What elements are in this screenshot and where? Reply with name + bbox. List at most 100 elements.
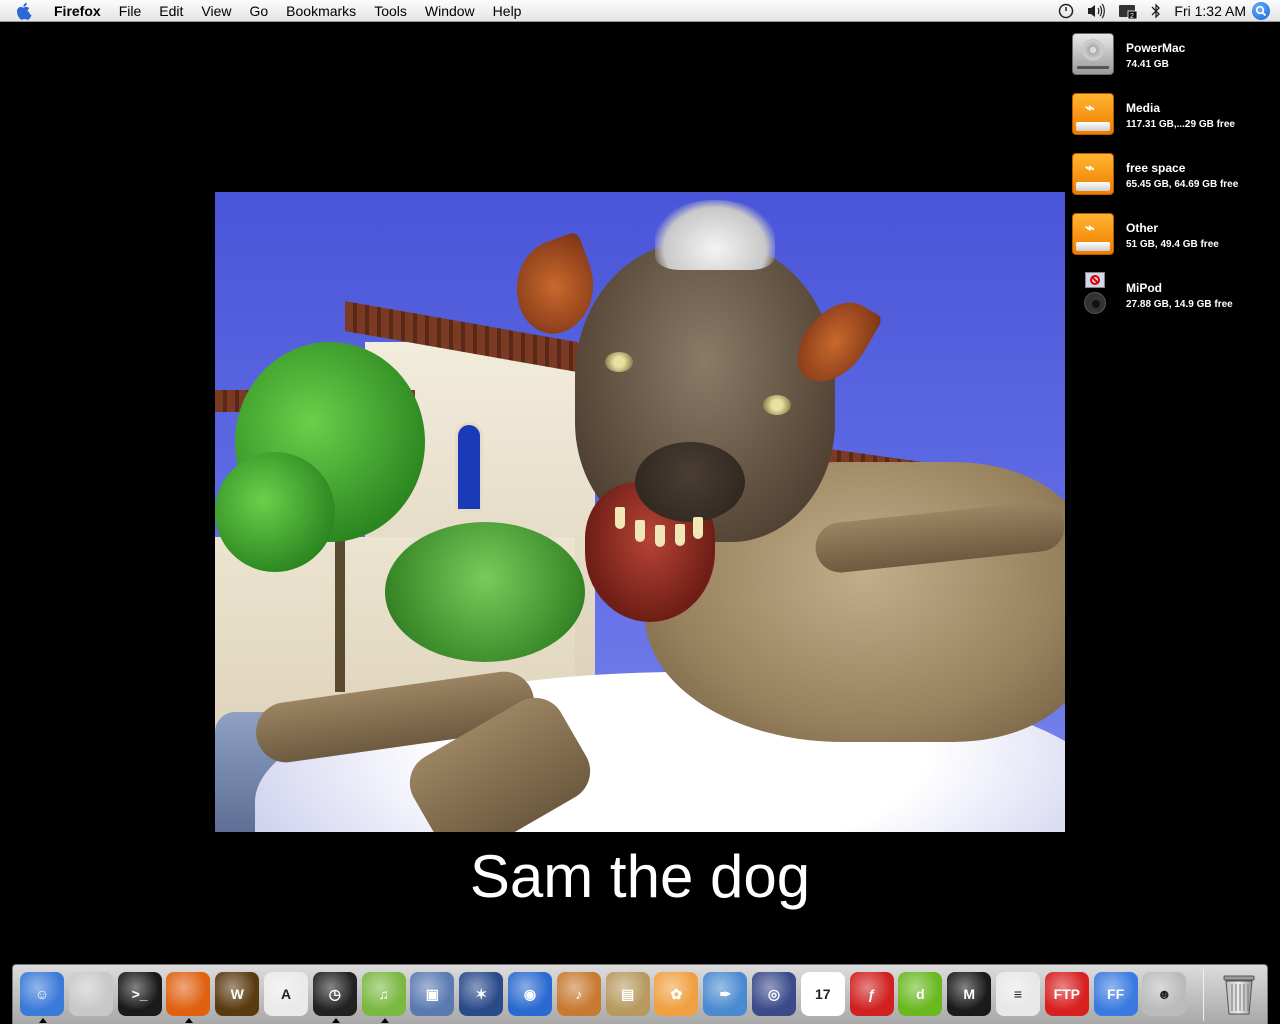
firefox-icon[interactable] <box>165 971 211 1023</box>
ical-icon-glyph: 17 <box>800 972 845 1016</box>
maya-ple-icon[interactable]: M <box>946 971 992 1017</box>
imovie-icon[interactable]: ✶ <box>458 971 504 1017</box>
photo-dog-tooth <box>655 525 665 547</box>
menu-bookmarks[interactable]: Bookmarks <box>277 0 365 22</box>
itunes-icon-glyph: ♫ <box>361 972 406 1016</box>
clock-status-icon[interactable] <box>1052 0 1080 22</box>
flash-icon-glyph: ƒ <box>849 972 894 1016</box>
volume-info: 27.88 GB, 14.9 GB free <box>1126 299 1233 310</box>
textedit-icon[interactable]: A <box>263 971 309 1017</box>
photo-dog-tooth <box>635 520 645 542</box>
running-indicator <box>380 1018 389 1023</box>
ical-icon[interactable]: 17 <box>800 971 846 1017</box>
firewire-drive-icon: ⌁ <box>1072 150 1116 198</box>
volume-media[interactable]: ⌁ Media 117.31 GB,...29 GB free <box>1068 88 1278 144</box>
dock: ☺ >_ W A ◷ ♫ ▣ ✶ ◉ ♪ ▤ ✿ ✒ ◎ 17 ƒ d M ≡ FTP FF ☻ <box>12 964 1268 1024</box>
firewire-drive-icon: ⌁ <box>1072 90 1116 138</box>
photo-dog-tooth <box>693 517 703 539</box>
idvd-icon-glyph: ◉ <box>508 972 552 1016</box>
trash-icon[interactable] <box>1216 971 1262 1017</box>
iphoto-icon[interactable]: ▣ <box>409 971 455 1017</box>
svg-text:2: 2 <box>1130 13 1134 19</box>
photo-caption: Sam the dog <box>469 843 811 910</box>
apple-menu-icon[interactable] <box>0 2 48 20</box>
dreamweaver-icon-glyph: d <box>898 972 943 1016</box>
mail-icon-glyph: ✒ <box>703 972 748 1016</box>
volume-name: MiPod <box>1126 281 1162 295</box>
fontforge-icon-glyph: FF <box>1093 972 1138 1016</box>
face-app-icon[interactable]: ☻ <box>1141 971 1187 1017</box>
garageband-icon[interactable]: ♪ <box>556 971 602 1017</box>
menu-file[interactable]: File <box>110 0 151 22</box>
photo-app-icon-glyph: ✿ <box>654 972 699 1016</box>
maya-ple-icon-glyph: M <box>947 972 992 1016</box>
volume-info: 65.45 GB, 64.69 GB free <box>1126 179 1239 190</box>
volume-other[interactable]: ⌁ Other 51 GB, 49.4 GB free <box>1068 208 1278 264</box>
bluetooth-icon[interactable] <box>1144 0 1168 22</box>
volume-name: PowerMac <box>1126 41 1186 55</box>
aperture-icon-glyph: ◎ <box>752 972 796 1016</box>
menu-clock[interactable]: Fri 1:32 AM <box>1168 0 1252 22</box>
menu-app-firefox[interactable]: Firefox <box>48 0 110 22</box>
fontforge-icon[interactable]: FF <box>1093 971 1139 1017</box>
finder-icon-glyph: ☺ <box>20 972 64 1016</box>
terminal-icon-glyph: >_ <box>117 972 162 1016</box>
menu-window[interactable]: Window <box>416 0 484 22</box>
photo-dog-hair <box>655 200 775 270</box>
iphoto-icon-glyph: ▣ <box>410 972 455 1016</box>
photo-dog-tooth <box>675 524 685 546</box>
mail-icon[interactable]: ✒ <box>702 971 748 1017</box>
spaces-icon[interactable]: 2 <box>1112 0 1144 22</box>
photo-dog-eye <box>605 352 633 372</box>
preview-icon[interactable]: ▤ <box>605 971 651 1017</box>
terminal-icon[interactable]: >_ <box>117 971 163 1017</box>
ftp-icon-glyph: FTP <box>1044 972 1089 1016</box>
menu-bar: Firefox File Edit View Go Bookmarks Tool… <box>0 0 1280 22</box>
firefox-icon-glyph <box>166 972 211 1016</box>
spotlight-search-icon[interactable] <box>1252 2 1270 20</box>
volume-info: 117.31 GB,...29 GB free <box>1126 119 1235 130</box>
photo-window <box>455 422 483 512</box>
finder-icon[interactable]: ☺ <box>19 971 65 1023</box>
menu-edit[interactable]: Edit <box>150 0 192 22</box>
menu-tools[interactable]: Tools <box>365 0 416 22</box>
ftp-icon[interactable]: FTP <box>1044 971 1090 1017</box>
volume-powermac[interactable]: PowerMac 74.41 GB <box>1068 28 1278 84</box>
idvd-icon[interactable]: ◉ <box>507 971 553 1017</box>
photo-dog-eye <box>763 395 791 415</box>
aperture-icon[interactable]: ◎ <box>751 971 797 1017</box>
firewire-drive-icon: ⌁ <box>1072 210 1116 258</box>
volume-name: Other <box>1126 221 1159 235</box>
volume-icon[interactable] <box>1080 0 1112 22</box>
dock-separator <box>1203 969 1204 1021</box>
menu-help[interactable]: Help <box>484 0 531 22</box>
volume-free-space[interactable]: ⌁ free space 65.45 GB, 64.69 GB free <box>1068 148 1278 204</box>
photo-dog-nose <box>635 442 745 522</box>
photo-dog-tooth <box>615 507 625 529</box>
running-indicator <box>39 1018 47 1023</box>
photo-app-icon[interactable]: ✿ <box>653 971 699 1017</box>
volume-info: 74.41 GB <box>1126 59 1169 70</box>
photo-palm <box>385 522 585 662</box>
volume-name: Media <box>1126 101 1161 115</box>
dashboard-icon-glyph: ◷ <box>312 972 357 1016</box>
dog-photo <box>215 192 1065 832</box>
garageband-icon-glyph: ♪ <box>556 972 601 1016</box>
flash-icon[interactable]: ƒ <box>849 971 895 1017</box>
menu-view[interactable]: View <box>192 0 240 22</box>
photo-tree <box>215 452 335 572</box>
volume-mipod[interactable]: MiPod 27.88 GB, 14.9 GB free <box>1068 268 1278 324</box>
world-of-warcraft-icon[interactable]: W <box>214 971 260 1017</box>
textedit-icon-glyph: A <box>264 972 308 1016</box>
dashboard-icon[interactable]: ◷ <box>312 971 358 1023</box>
system-preferences-icon[interactable] <box>68 971 114 1017</box>
menu-go[interactable]: Go <box>240 0 277 22</box>
imovie-icon-glyph: ✶ <box>459 972 504 1016</box>
itunes-icon[interactable]: ♫ <box>361 971 407 1023</box>
dreamweaver-icon[interactable]: d <box>897 971 943 1017</box>
textwrangler-icon-glyph: ≡ <box>996 972 1040 1016</box>
preview-icon-glyph: ▤ <box>605 972 650 1016</box>
face-app-icon-glyph: ☻ <box>1142 972 1187 1016</box>
textwrangler-icon[interactable]: ≡ <box>995 971 1041 1017</box>
system-preferences-icon-glyph <box>68 972 113 1016</box>
